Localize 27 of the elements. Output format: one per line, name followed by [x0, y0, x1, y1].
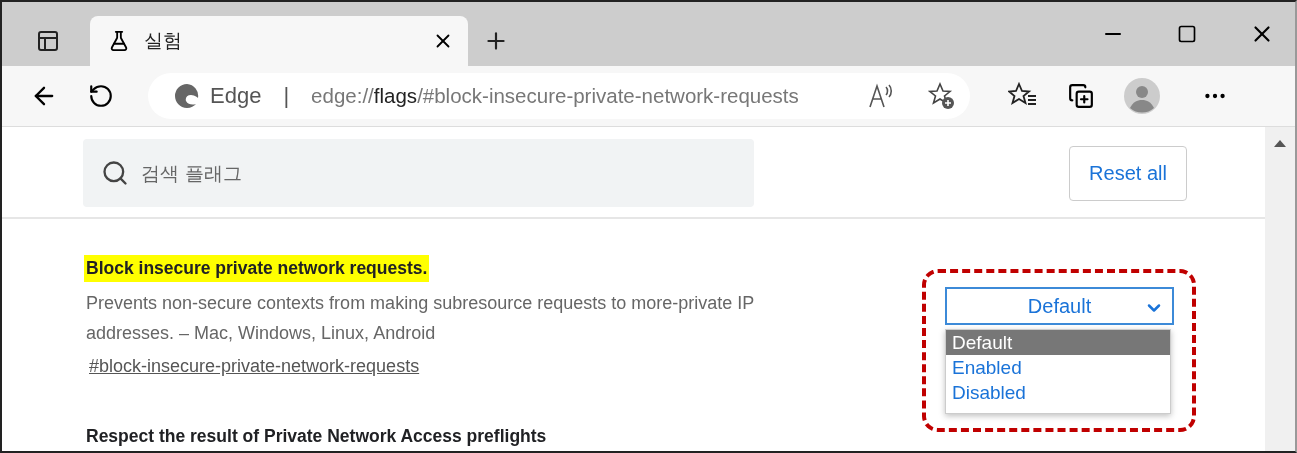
flask-icon [108, 30, 130, 52]
maximize-icon[interactable] [1177, 24, 1197, 44]
separator-text: | [283, 83, 290, 109]
dropdown-option[interactable]: Disabled [946, 380, 1170, 405]
browser-tab[interactable]: 실험 [90, 16, 468, 66]
search-field[interactable]: 검색 플래그 [83, 139, 754, 207]
scroll-up-icon[interactable] [1274, 139, 1286, 147]
edge-logo-icon [174, 83, 200, 109]
flag-title: Block insecure private network requests. [84, 255, 430, 282]
url-text: edge://flags/#block-insecure-private-network-requests [311, 84, 800, 108]
tab-title: 실험 [144, 28, 183, 53]
add-favorite-icon[interactable] [928, 82, 956, 110]
collections-icon[interactable] [1068, 83, 1094, 109]
flag-description: Prevents non-secure contexts from making subresource requests to more-private IP addresses. – Mac, Windows, Linux, Android [86, 292, 755, 345]
dropdown-option[interactable]: Default [946, 330, 1170, 355]
flag-dropdown[interactable]: Default [945, 287, 1174, 325]
dropdown-option[interactable]: Enabled [946, 355, 1170, 380]
profile-avatar-icon[interactable] [1124, 78, 1160, 114]
scrollbar[interactable] [1265, 127, 1295, 451]
search-icon [101, 159, 129, 187]
flag-title: Respect the result of Private Network Access preflights [85, 425, 548, 448]
reset-all-button[interactable]: Reset all [1069, 146, 1187, 201]
flag-link[interactable]: #block-insecure-private-network-requests [89, 356, 420, 377]
search-input[interactable]: 검색 플래그 [139, 161, 754, 185]
site-label: Edge [210, 83, 262, 109]
refresh-icon[interactable] [88, 83, 114, 109]
address-bar[interactable]: Edge | edge://flags/#block-insecure-private-network-requests [148, 73, 970, 119]
